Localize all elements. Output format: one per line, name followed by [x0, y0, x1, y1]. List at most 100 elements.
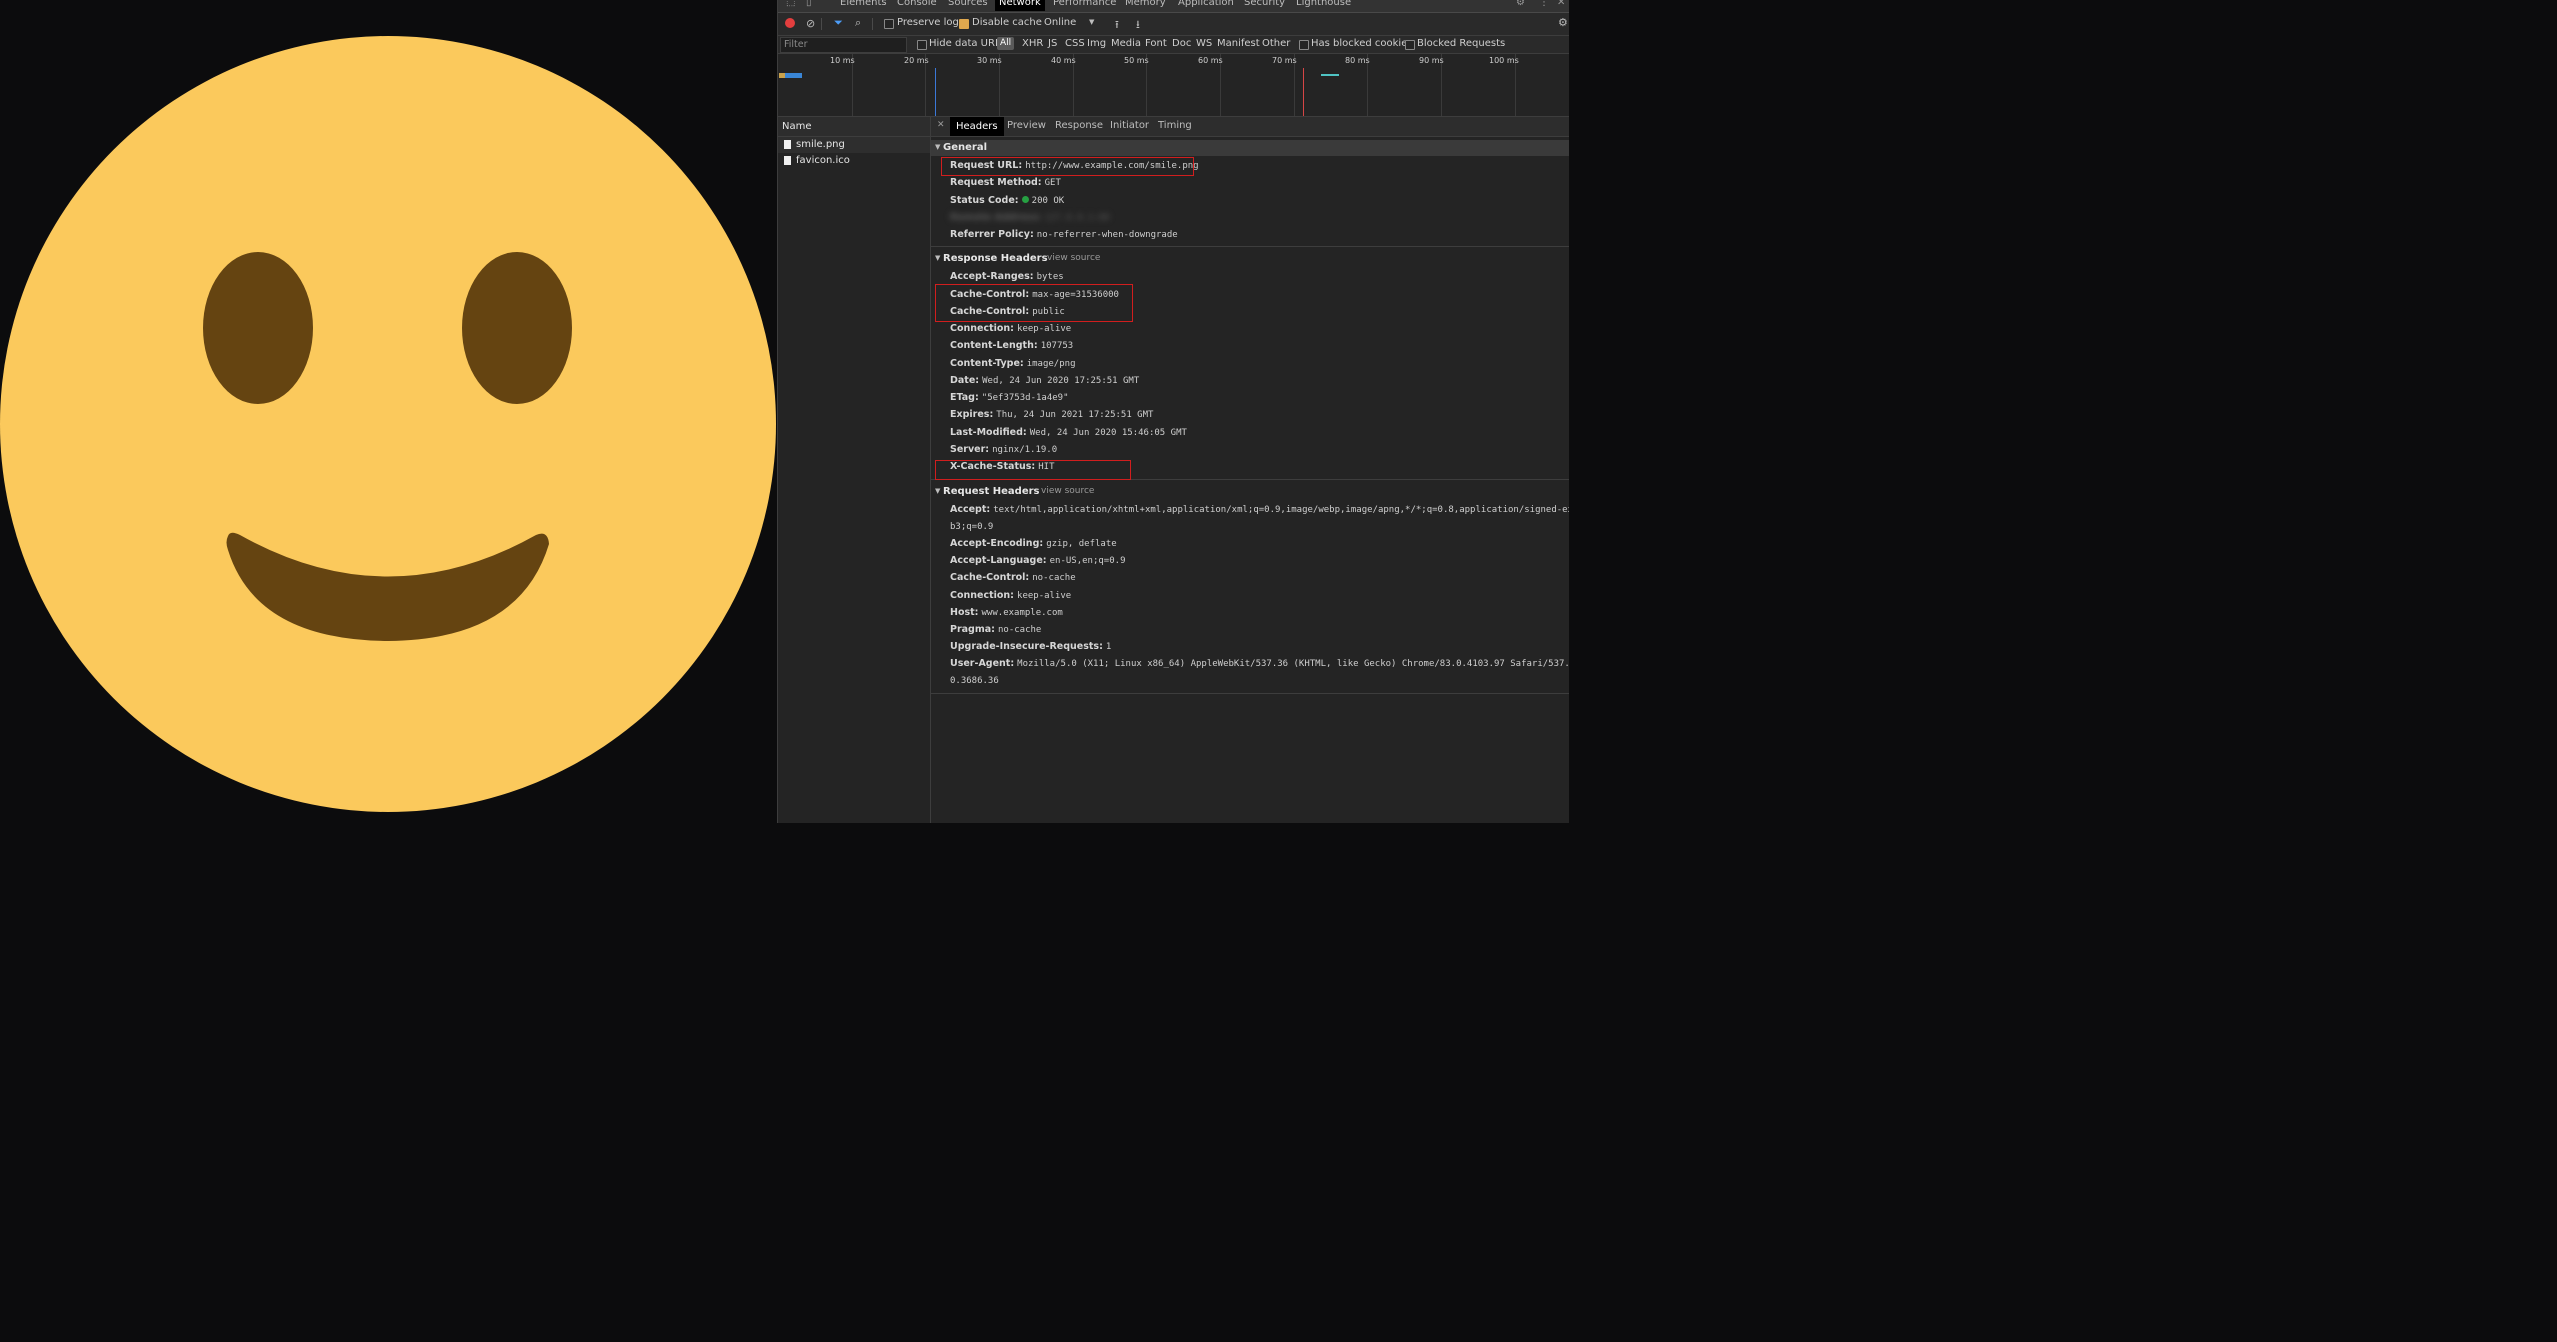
header-key: Pragma:	[950, 624, 995, 635]
request-name: favicon.ico	[796, 155, 850, 166]
header-row: Accept-Language: en-US,en;q=0.9	[950, 555, 1125, 566]
tab-initiator[interactable]: Initiator	[1110, 120, 1149, 131]
tab-sources[interactable]: Sources	[948, 0, 988, 8]
header-value: Wed, 24 Jun 2020 17:25:51 GMT	[982, 376, 1140, 386]
has-blocked-cookies-checkbox[interactable]	[1299, 40, 1309, 50]
tab-network[interactable]: Network	[995, 0, 1045, 11]
export-har-icon[interactable]: ⭳	[1136, 16, 1140, 35]
header-row: Accept-Encoding: gzip, deflate	[950, 538, 1117, 549]
request-headers-section-header[interactable]: ▼ Request Headers view source	[931, 484, 1569, 500]
header-value: en-US,en;q=0.9	[1049, 556, 1126, 566]
settings-gear-icon[interactable]: ⚙	[1516, 0, 1525, 8]
disable-cache-checkbox[interactable]	[959, 19, 969, 29]
header-value: no-cache	[998, 625, 1042, 635]
filter-icon[interactable]: ⏷	[834, 16, 843, 30]
file-icon	[784, 140, 791, 149]
request-list: Name smile.png favicon.ico	[778, 117, 931, 823]
header-value: www.example.com	[981, 608, 1063, 618]
header-row: 0.3686.36	[950, 675, 999, 686]
request-row-smile[interactable]: smile.png	[778, 137, 930, 153]
toolbar-divider	[872, 18, 873, 30]
throttling-select[interactable]: Online	[1044, 17, 1076, 28]
tab-security[interactable]: Security	[1244, 0, 1285, 8]
clear-icon[interactable]: ⊘	[806, 17, 815, 30]
header-value: b3;q=0.9	[950, 522, 994, 532]
filter-placeholder: Filter	[784, 39, 808, 50]
header-key: User-Agent:	[950, 658, 1015, 669]
header-value: Mozilla/5.0 (X11; Linux x86_64) AppleWeb…	[1017, 659, 1569, 669]
header-key: Status Code:	[950, 195, 1019, 206]
filter-type-other[interactable]: Other	[1262, 38, 1290, 49]
tab-response[interactable]: Response	[1055, 120, 1103, 131]
record-icon[interactable]	[785, 18, 795, 28]
filter-input[interactable]: Filter	[780, 37, 907, 53]
header-value: image/png	[1026, 359, 1076, 369]
tab-lighthouse[interactable]: Lighthouse	[1296, 0, 1351, 8]
smiley-left-eye	[203, 252, 313, 404]
import-har-icon[interactable]: ⭱	[1115, 16, 1119, 35]
inspect-element-icon[interactable]: ⬚	[786, 0, 795, 8]
header-value: GET	[1044, 178, 1061, 188]
close-detail-icon[interactable]: ✕	[937, 120, 945, 130]
header-key: ETag:	[950, 392, 979, 403]
tab-elements[interactable]: Elements	[840, 0, 887, 8]
header-key: Accept-Encoding:	[950, 538, 1044, 549]
tab-console[interactable]: Console	[897, 0, 937, 8]
general-section-header[interactable]: ▼ General	[931, 140, 1569, 156]
tab-headers[interactable]: Headers	[950, 117, 1004, 136]
header-value: 1	[1105, 642, 1112, 652]
header-row-referrer-policy: Referrer Policy: no-referrer-when-downgr…	[950, 229, 1178, 240]
network-toolbar: ⊘ ⏷ ⌕ Preserve log Disable cache Online …	[778, 13, 1569, 36]
network-settings-icon[interactable]: ⚙	[1558, 16, 1568, 29]
filter-type-ws[interactable]: WS	[1196, 38, 1212, 49]
response-headers-section-header[interactable]: ▼ Response Headers view source	[931, 251, 1569, 267]
header-key: Host:	[950, 607, 979, 618]
chevron-down-icon[interactable]: ▼	[1089, 18, 1094, 26]
request-view-source-link[interactable]: view source	[1041, 486, 1094, 496]
expand-triangle-icon: ▼	[935, 254, 941, 262]
request-name: smile.png	[796, 139, 845, 150]
name-column-header[interactable]: Name	[778, 117, 930, 137]
filter-type-js[interactable]: JS	[1048, 38, 1057, 49]
smiley-image	[0, 36, 776, 812]
more-options-icon[interactable]: ⋮	[1539, 0, 1549, 8]
tab-performance[interactable]: Performance	[1053, 0, 1116, 8]
close-devtools-icon[interactable]: ✕	[1557, 0, 1565, 8]
filter-type-xhr[interactable]: XHR	[1022, 38, 1043, 49]
filter-type-all[interactable]: All	[997, 37, 1015, 50]
status-ok-icon	[1021, 196, 1029, 203]
filter-type-media[interactable]: Media	[1111, 38, 1141, 49]
header-row: Date: Wed, 24 Jun 2020 17:25:51 GMT	[950, 375, 1139, 386]
device-toolbar-icon[interactable]: ▯	[806, 0, 812, 8]
timeline-tick-label: 30 ms	[977, 56, 1002, 65]
filter-type-img[interactable]: Img	[1087, 38, 1106, 49]
search-icon[interactable]: ⌕	[855, 16, 861, 30]
tab-timing[interactable]: Timing	[1158, 120, 1192, 131]
header-key: Expires:	[950, 409, 994, 420]
detail-tab-bar: ✕ Headers Preview Response Initiator Tim…	[931, 117, 1569, 137]
header-value: Thu, 24 Jun 2021 17:25:51 GMT	[996, 410, 1154, 420]
header-row: Content-Length: 107753	[950, 340, 1073, 351]
header-row-request-method: Request Method: GET	[950, 177, 1061, 188]
header-row-status-code: Status Code: 200 OK	[950, 195, 1064, 206]
blocked-requests-checkbox[interactable]	[1405, 40, 1415, 50]
timeline-overview[interactable]: 10 ms 20 ms 30 ms 40 ms 50 ms 60 ms 70 m…	[778, 54, 1569, 117]
header-value: gzip, deflate	[1046, 539, 1117, 549]
preserve-log-checkbox[interactable]	[884, 19, 894, 29]
filter-type-manifest[interactable]: Manifest	[1217, 38, 1260, 49]
hide-data-urls-checkbox[interactable]	[917, 40, 927, 50]
request-row-favicon[interactable]: favicon.ico	[778, 153, 930, 169]
filter-type-font[interactable]: Font	[1145, 38, 1167, 49]
disable-cache-label: Disable cache	[972, 17, 1042, 28]
tab-application[interactable]: Application	[1178, 0, 1234, 8]
filter-type-doc[interactable]: Doc	[1172, 38, 1191, 49]
tab-memory[interactable]: Memory	[1125, 0, 1166, 8]
header-key: Accept-Ranges:	[950, 271, 1034, 282]
timeline-tick-label: 70 ms	[1272, 56, 1297, 65]
filter-type-css[interactable]: CSS	[1065, 38, 1085, 49]
response-view-source-link[interactable]: view source	[1047, 253, 1100, 263]
panel-tab-bar: ⬚ ▯ Elements Console Sources Network Per…	[778, 0, 1569, 13]
header-row: Connection: keep-alive	[950, 323, 1071, 334]
header-row: Connection: keep-alive	[950, 590, 1071, 601]
tab-preview[interactable]: Preview	[1007, 120, 1046, 131]
